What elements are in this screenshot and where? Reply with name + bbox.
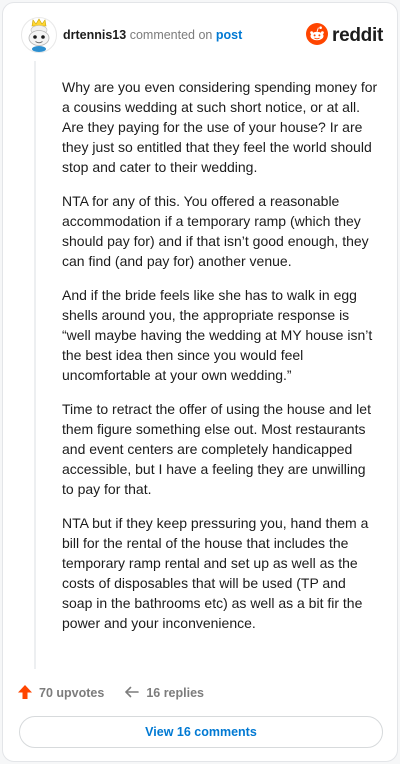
- thread-line[interactable]: [34, 61, 36, 669]
- comment-meta: drtennis13 commented on post: [63, 27, 242, 43]
- comment-body: Why are you even considering spending mo…: [62, 77, 378, 647]
- reddit-snoo-icon: [306, 22, 329, 50]
- upvote-button[interactable]: 70 upvotes: [17, 684, 104, 703]
- comment-paragraph: NTA but if they keep pressuring you, han…: [62, 515, 369, 631]
- comment-paragraph: And if the bride feels like she has to w…: [62, 287, 373, 383]
- comment-card: drtennis13 commented on post reddit Why …: [2, 2, 398, 762]
- commented-on-label: commented on: [129, 28, 213, 42]
- comment-header: drtennis13 commented on post reddit: [21, 17, 383, 57]
- reddit-logo[interactable]: reddit: [306, 22, 383, 50]
- comment-paragraph: Why are you even considering spending mo…: [62, 79, 378, 175]
- upvote-arrow-icon: [17, 684, 39, 703]
- upvote-count: 70 upvotes: [39, 686, 105, 700]
- replies-count: 16 replies: [146, 686, 204, 700]
- reply-arrow-icon: [124, 684, 146, 703]
- snoo-avatar-icon[interactable]: [21, 17, 57, 53]
- comment-paragraph: Time to retract the offer of using the h…: [62, 401, 371, 497]
- replies-button[interactable]: 16 replies: [124, 684, 204, 703]
- comment-actions: 70 upvotes 16 replies: [17, 683, 383, 703]
- view-comments-button[interactable]: View 16 comments: [19, 716, 383, 748]
- username[interactable]: drtennis13: [63, 28, 126, 42]
- comment-paragraph: NTA for any of this. You offered a reaso…: [62, 193, 369, 269]
- reddit-wordmark: reddit: [332, 25, 383, 46]
- post-link[interactable]: post: [216, 28, 242, 42]
